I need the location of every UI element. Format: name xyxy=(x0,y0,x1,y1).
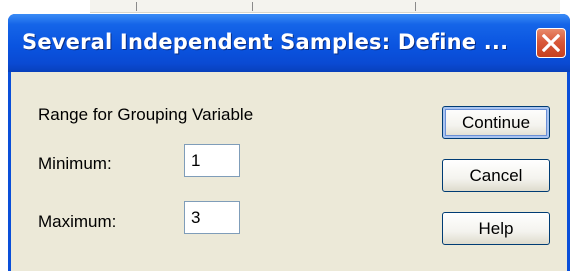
close-icon xyxy=(542,34,560,52)
define-range-dialog: Several Independent Samples: Define ... … xyxy=(8,14,570,271)
background-divider xyxy=(136,2,137,11)
background-divider xyxy=(415,2,416,11)
background-divider xyxy=(252,2,253,11)
title-bar[interactable]: Several Independent Samples: Define ... xyxy=(8,14,570,72)
dialog-body: Range for Grouping Variable Minimum: Max… xyxy=(11,72,567,271)
cancel-button[interactable]: Cancel xyxy=(442,159,550,192)
maximum-input[interactable] xyxy=(184,201,240,234)
minimum-input[interactable] xyxy=(184,144,240,177)
close-button[interactable] xyxy=(536,28,566,58)
maximum-label: Maximum: xyxy=(38,212,117,231)
background-toolbar-strip xyxy=(90,0,560,13)
help-button[interactable]: Help xyxy=(442,212,550,245)
continue-button[interactable]: Continue xyxy=(442,106,550,139)
minimum-label: Minimum: xyxy=(38,154,112,173)
window-title: Several Independent Samples: Define ... xyxy=(22,30,509,54)
grouping-range-heading: Range for Grouping Variable xyxy=(38,105,254,124)
